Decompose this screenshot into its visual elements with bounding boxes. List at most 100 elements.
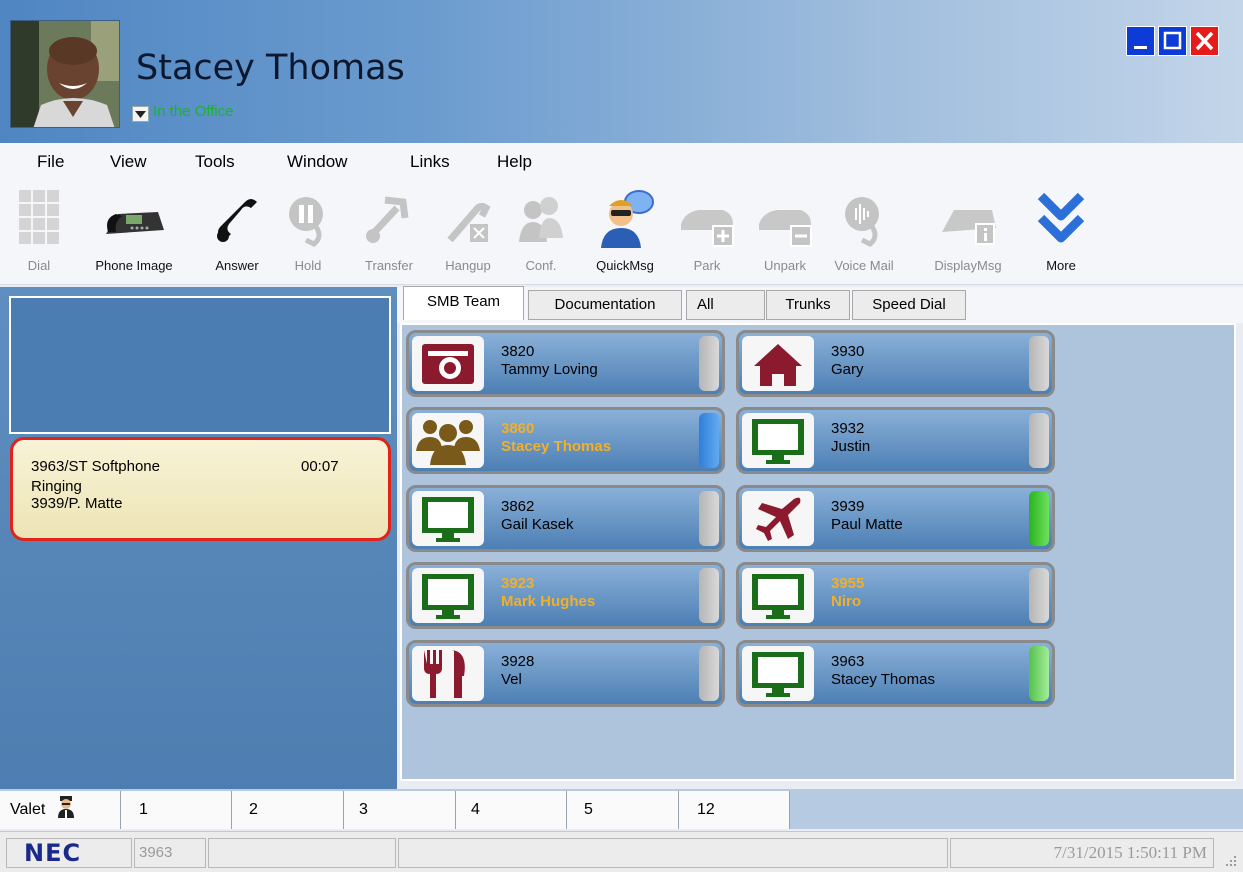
voice-mail-button[interactable]: Voice Mail	[828, 188, 900, 278]
displaymsg-button[interactable]: DisplayMsg	[928, 188, 1008, 278]
group-icon	[412, 413, 484, 468]
presence-indicator	[1029, 336, 1049, 391]
tab-trunks[interactable]: Trunks	[766, 290, 850, 320]
monitor-icon	[742, 568, 814, 623]
presence-indicator	[1029, 413, 1049, 468]
unpark-icon	[759, 210, 812, 247]
menu-help[interactable]: Help	[497, 152, 532, 172]
phone-image-button[interactable]: Phone Image	[83, 188, 185, 278]
quickmsg-button[interactable]: QuickMsg	[586, 188, 664, 278]
tab-speed-dial[interactable]: Speed Dial	[852, 290, 966, 320]
menu-file[interactable]: File	[37, 152, 64, 172]
display-message-icon	[942, 210, 996, 245]
contact-tile[interactable]: 3930 Gary	[736, 330, 1055, 397]
call-timer: 00:07	[301, 458, 339, 475]
extension-indicator: 3963	[134, 838, 206, 868]
resize-grip-icon[interactable]	[1222, 852, 1238, 868]
monitor-icon	[412, 568, 484, 623]
conference-button[interactable]: Conf.	[516, 188, 566, 278]
close-button[interactable]	[1190, 26, 1219, 56]
answer-button[interactable]: Answer	[202, 188, 272, 278]
valet-icon	[57, 796, 74, 818]
contact-tile[interactable]: 3860 Stacey Thomas	[406, 407, 725, 474]
desk-phone-icon	[106, 212, 164, 234]
contact-tile[interactable]: 3932 Justin	[736, 407, 1055, 474]
close-icon	[1195, 31, 1214, 51]
menu-view[interactable]: View	[110, 152, 147, 172]
park-slot-5[interactable]: 5	[568, 791, 679, 829]
chevron-down-icon	[135, 110, 146, 118]
transfer-icon	[366, 196, 409, 243]
transfer-button[interactable]: Transfer	[354, 188, 424, 278]
park-button[interactable]: Park	[681, 188, 734, 278]
more-button[interactable]: More	[1037, 188, 1085, 278]
unpark-button[interactable]: Unpark	[754, 188, 816, 278]
monitor-icon	[742, 413, 814, 468]
menu-window[interactable]: Window	[287, 152, 347, 172]
presence-indicator	[699, 336, 719, 391]
contact-tile[interactable]: 3923 Mark Hughes	[406, 562, 725, 629]
menu-tools[interactable]: Tools	[195, 152, 235, 172]
tab-all[interactable]: All	[686, 290, 765, 320]
menu-bar	[0, 143, 1243, 183]
presence-indicator	[699, 646, 719, 701]
park-slot-12[interactable]: 12	[680, 791, 790, 829]
valet-park-button[interactable]: Valet	[0, 791, 121, 829]
call-state: Ringing	[31, 478, 82, 495]
call-appearance-area	[9, 296, 391, 434]
monitor-icon	[412, 491, 484, 546]
presence-indicator	[1029, 568, 1049, 623]
user-avatar[interactable]	[10, 20, 120, 128]
contact-tile[interactable]: 3963 Stacey Thomas	[736, 640, 1055, 707]
call-line: 3963/ST Softphone	[31, 458, 160, 475]
contact-tile[interactable]: 3862 Gail Kasek	[406, 485, 725, 552]
presence-indicator	[1029, 646, 1049, 701]
double-chevron-down-icon	[1037, 192, 1085, 243]
tab-smb-team[interactable]: SMB Team	[403, 286, 524, 320]
maximize-icon	[1163, 31, 1182, 50]
hangup-button[interactable]: Hangup	[436, 188, 500, 278]
park-slot-4[interactable]: 4	[457, 791, 567, 829]
contact-tile[interactable]: 3820 Tammy Loving	[406, 330, 725, 397]
status-dropdown-button[interactable]	[132, 106, 149, 122]
camera-icon	[412, 336, 484, 391]
minimize-button[interactable]	[1126, 26, 1155, 56]
quickmsg-icon	[601, 190, 654, 248]
dial-button[interactable]: Dial	[6, 188, 72, 278]
food-icon	[412, 646, 484, 701]
park-icon	[681, 210, 734, 247]
park-slot-3[interactable]: 3	[345, 791, 456, 829]
park-slot-2[interactable]: 2	[233, 791, 344, 829]
tab-documentation[interactable]: Documentation	[528, 290, 682, 320]
call-party: 3939/P. Matte	[31, 495, 123, 512]
presence-indicator	[699, 413, 719, 468]
minimize-icon	[1134, 46, 1147, 49]
presence-indicator	[1029, 491, 1049, 546]
handset-icon	[217, 199, 257, 242]
nec-logo: NEC	[24, 839, 82, 867]
datetime-display: 7/31/2015 1:50:11 PM	[950, 838, 1214, 868]
status-cell-message	[398, 838, 948, 868]
airplane-icon	[742, 491, 814, 546]
park-slot-1[interactable]: 1	[122, 791, 232, 829]
presence-indicator	[699, 568, 719, 623]
contact-tile[interactable]: 3955 Niro	[736, 562, 1055, 629]
hangup-icon	[447, 202, 491, 243]
hold-icon	[289, 197, 323, 247]
voicemail-icon	[845, 197, 879, 247]
presence-status[interactable]: In the Office	[153, 103, 234, 120]
dialpad-icon	[19, 190, 59, 244]
status-cell-empty	[208, 838, 396, 868]
active-call-card[interactable]: 3963/ST Softphone 00:07 Ringing 3939/P. …	[10, 437, 391, 541]
valet-label: Valet	[10, 801, 46, 818]
home-icon	[742, 336, 814, 391]
maximize-button[interactable]	[1158, 26, 1187, 56]
presence-indicator	[699, 491, 719, 546]
hold-button[interactable]: Hold	[283, 188, 333, 278]
menu-links[interactable]: Links	[410, 152, 450, 172]
contact-tile[interactable]: 3928 Vel	[406, 640, 725, 707]
contact-tile[interactable]: 3939 Paul Matte	[736, 485, 1055, 552]
conference-icon	[519, 197, 563, 242]
user-name: Stacey Thomas	[136, 48, 405, 88]
monitor-icon	[742, 646, 814, 701]
